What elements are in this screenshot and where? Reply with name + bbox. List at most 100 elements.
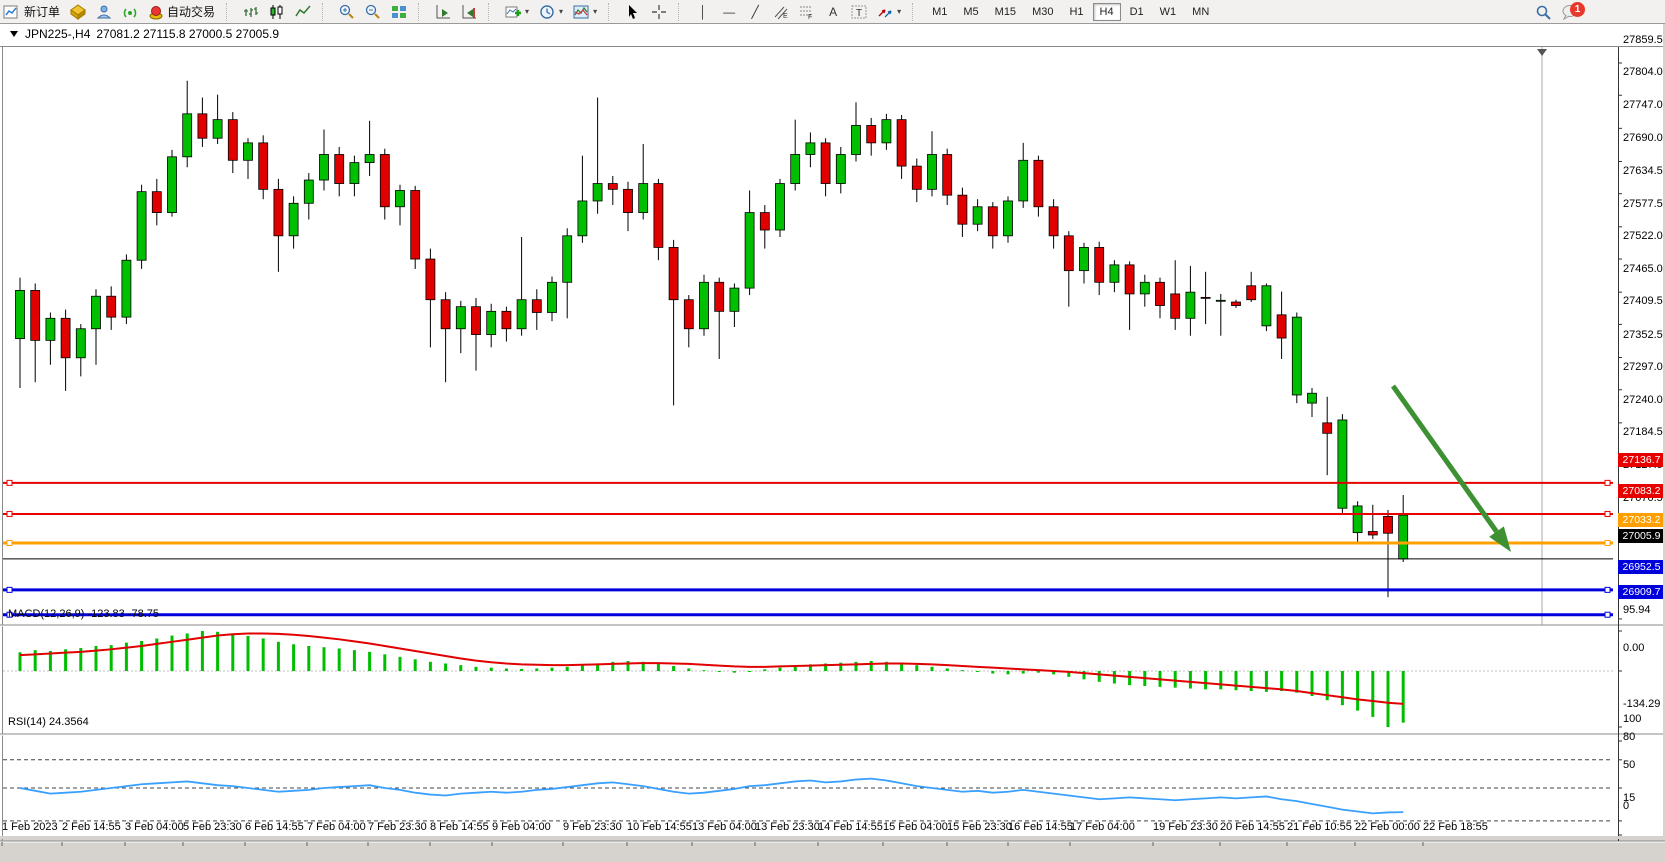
label-tool-icon[interactable]: T: [846, 1, 872, 23]
timeframe-button-m30[interactable]: M30: [1025, 3, 1060, 21]
crosshair-icon[interactable]: [646, 1, 672, 23]
candle-body: [1292, 317, 1301, 395]
line-handle[interactable]: [1605, 480, 1610, 485]
line-handle[interactable]: [1605, 511, 1610, 516]
chart-canvas[interactable]: [0, 23, 1665, 862]
channel-icon[interactable]: E: [768, 1, 794, 23]
macd-histogram-bar: [1356, 671, 1359, 711]
search-icon[interactable]: [1530, 1, 1556, 23]
templates-button[interactable]: ▾: [568, 1, 602, 23]
text-tool-icon[interactable]: A: [820, 1, 846, 23]
macd-histogram-bar: [490, 668, 493, 671]
price-tick-label: 27634.5: [1623, 165, 1663, 177]
line-handle[interactable]: [1605, 540, 1610, 545]
toolbar-separator: [912, 3, 918, 21]
trend-arrow[interactable]: [1393, 386, 1497, 532]
candle-body: [487, 311, 496, 334]
new-order-button[interactable]: 新订单: [19, 1, 65, 23]
macd-histogram-bar: [1371, 671, 1374, 717]
time-axis-label: 8 Feb 14:55: [430, 821, 489, 833]
trend-arrow-head[interactable]: [1489, 526, 1511, 552]
vertical-line-icon[interactable]: │: [690, 1, 716, 23]
macd-histogram-bar: [444, 663, 447, 671]
line-handle[interactable]: [7, 540, 12, 545]
candle-body: [244, 143, 253, 160]
macd-histogram-bar: [1341, 671, 1344, 705]
zoom-in-icon[interactable]: [334, 1, 360, 23]
bar-chart-icon[interactable]: [238, 1, 264, 23]
candle-body: [1156, 282, 1165, 305]
candle-body: [168, 157, 177, 213]
candle-body: [639, 184, 648, 213]
time-axis-label: 7 Feb 04:00: [307, 821, 366, 833]
macd-histogram-bar: [672, 666, 675, 671]
candle-body: [213, 120, 222, 139]
line-handle[interactable]: [1605, 587, 1610, 592]
price-tick-label: 27804.0: [1623, 66, 1663, 78]
macd-histogram-bar: [1189, 671, 1192, 689]
zoom-out-icon[interactable]: [360, 1, 386, 23]
trendline-icon[interactable]: ╱: [742, 1, 768, 23]
macd-histogram-bar: [946, 668, 949, 671]
mt4-window: { "window": {"notification_badge": "1"},…: [0, 0, 1665, 839]
autotrading-button[interactable]: 自动交易: [143, 1, 220, 23]
line-handle[interactable]: [7, 511, 12, 516]
arrows-tool-button[interactable]: ▾: [872, 1, 906, 23]
periods-button[interactable]: ▾: [534, 1, 568, 23]
line-handle[interactable]: [7, 480, 12, 485]
candle-body: [669, 247, 678, 299]
candle-body: [1004, 201, 1013, 236]
rsi-scale-value: 80: [1623, 731, 1635, 743]
timeframe-button-m5[interactable]: M5: [956, 3, 985, 21]
candle-body: [1353, 506, 1362, 533]
line-chart-icon[interactable]: [290, 1, 316, 23]
cursor-icon[interactable]: [620, 1, 646, 23]
macd-histogram-bar: [1204, 671, 1207, 689]
macd-histogram-bar: [763, 669, 766, 671]
chart-area[interactable]: [0, 23, 1665, 836]
macd-histogram-bar: [414, 659, 417, 671]
main-toolbar: 新订单 自动交易: [0, 0, 1665, 24]
chart-shift-icon[interactable]: [456, 1, 482, 23]
signals-icon[interactable]: [117, 1, 143, 23]
timeframe-button-d1[interactable]: D1: [1123, 3, 1151, 21]
timeframe-button-h1[interactable]: H1: [1062, 3, 1090, 21]
macd-signal-line: [20, 633, 1403, 703]
timeframe-button-h4[interactable]: H4: [1093, 3, 1121, 21]
timeframe-button-m15[interactable]: M15: [988, 3, 1023, 21]
timeframe-button-w1[interactable]: W1: [1153, 3, 1184, 21]
macd-histogram-bar: [231, 633, 234, 671]
macd-label: MACD(12,26,9) -123.83 -78.75: [8, 608, 159, 620]
accounts-icon[interactable]: [91, 1, 117, 23]
macd-histogram-bar: [1037, 671, 1040, 673]
notification-badge[interactable]: 1: [1570, 2, 1585, 17]
price-tick-label: 27352.5: [1623, 329, 1663, 341]
chart-type-group: [235, 1, 319, 23]
symbol-dropdown-icon[interactable]: [10, 30, 19, 38]
macd-histogram-bar: [566, 667, 569, 671]
candlestick-chart-icon[interactable]: [264, 1, 290, 23]
candle-body: [988, 207, 997, 236]
horizontal-line-icon[interactable]: —: [716, 1, 742, 23]
timeframe-button-mn[interactable]: MN: [1185, 3, 1216, 21]
macd-histogram-bar: [1235, 671, 1238, 690]
macd-histogram-bar: [961, 670, 964, 671]
new-chart-icon[interactable]: [3, 4, 19, 20]
price-line-label: 26952.5: [1618, 560, 1665, 574]
candle-body: [517, 300, 526, 329]
auto-scroll-icon[interactable]: [430, 1, 456, 23]
line-handle[interactable]: [1605, 612, 1610, 617]
macd-histogram-bar: [399, 657, 402, 671]
indicators-button[interactable]: ▾: [500, 1, 534, 23]
market-watch-icon[interactable]: [65, 1, 91, 23]
time-axis-label: 3 Feb 04:00: [125, 821, 184, 833]
line-handle[interactable]: [7, 587, 12, 592]
timeframe-button-m1[interactable]: M1: [925, 3, 954, 21]
fibonacci-icon[interactable]: F: [794, 1, 820, 23]
macd-histogram-bar: [383, 654, 386, 671]
scroll-group: [427, 1, 485, 23]
chart-shift-marker[interactable]: [1537, 49, 1547, 56]
macd-scale-value: 0.00: [1623, 642, 1644, 654]
tile-windows-icon[interactable]: [386, 1, 412, 23]
objects-group: │ — ╱ E F A T ▾: [687, 1, 909, 23]
